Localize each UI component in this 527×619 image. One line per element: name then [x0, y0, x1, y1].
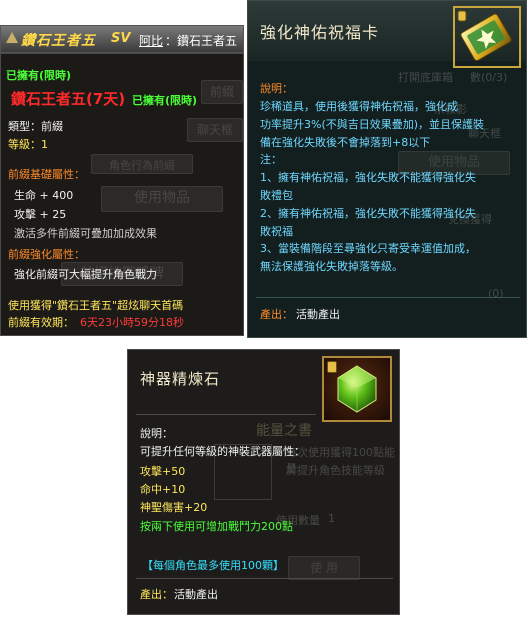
divider [136, 578, 393, 579]
desc-line: 敗禮包 [260, 188, 293, 202]
validity-value: 6天23小時59分18秒 [80, 316, 184, 329]
source-label: 產出： [140, 588, 173, 601]
desc-line: 功率提升3%(不與吉日效果疊加)，並且保護裝 [260, 117, 485, 131]
stat-attack: 攻擊+50 [140, 465, 186, 478]
banner-logo-icon [5, 31, 19, 45]
desc-heading: 說明： [260, 82, 293, 95]
source-label: 產出： [260, 308, 293, 321]
level-label: 等級：1 [8, 138, 48, 151]
ghost-label: 打開底庫箱 [398, 71, 453, 84]
desc-line: 1、擁有神佑祝福，強化失敗不能獲得強化失 [260, 171, 476, 185]
type-label: 類型：前綴 [8, 120, 63, 133]
desc-line: 敗祝福 [260, 224, 293, 238]
ghost-use-button: 使 用 [288, 556, 360, 580]
ghost-title: 能量之書 [256, 423, 312, 439]
desc-line: 珍稀道具，使用後獲得神佑祝福，強化成 [260, 100, 458, 113]
refine-stone-panel: 能量之書 每次使用獲得100點能量 於提升角色技能等級 使用數量 1 使 用 神… [127, 349, 400, 615]
title-banner: 鑽石王者五 SV 阿比 ：鑽石王者五 [0, 25, 244, 53]
desc-line: 可提升任何等級的神裝武器屬性： [140, 445, 305, 458]
ghost-label: 使用物品 [101, 186, 223, 212]
desc-line: 注： [260, 153, 282, 167]
ghost-label: 前綴 [201, 80, 243, 104]
combat-note: 按兩下使用可增加戰鬥力200點 [140, 520, 293, 533]
ghost-label: 角色行為前綴 [91, 154, 193, 174]
desc-line: 備在強化失敗後不會掉落到+8以下 [260, 135, 431, 149]
enhance-heading: 前綴強化屬性： [8, 248, 85, 261]
divider [256, 297, 520, 298]
base-attr-heading: 前綴基礎屬性： [8, 168, 85, 181]
banner-title: 鑽石王者五 [21, 33, 96, 49]
desc-heading: 說明： [140, 427, 173, 440]
green-gem-icon [322, 356, 392, 422]
ghost-line: 於提升角色技能等級 [286, 464, 385, 477]
owner-title: ：鑽石王者五 [165, 34, 238, 48]
lock-icon [327, 361, 337, 373]
item-name: 鑽石王者五(7天) [11, 90, 126, 108]
owned-status-top: 已擁有(限時) [6, 69, 72, 82]
stat-holy-damage: 神聖傷害+20 [140, 501, 208, 514]
owned-status: 已擁有(限時) [132, 94, 198, 107]
ghost-qty-value: 1 [328, 512, 335, 525]
ghost-count: (0) [488, 287, 504, 300]
sv-tag: SV [111, 31, 131, 46]
divider [136, 414, 316, 415]
desc-block: 珍稀道具，使用後獲得神佑祝福，強化成 功率提升3%(不與吉日效果疊加)，並且保護… [260, 98, 522, 276]
activation-note: 激活多件前綴可疊加加成效果 [14, 227, 157, 240]
enhance-text: 強化前綴可大幅提升角色戰力 [14, 268, 157, 281]
blessing-card-panel: 打開底庫箱 數(0/3) 宗教影 聊天框 兌換獲得 使用物品 (0) 強化神佑祝… [247, 0, 527, 338]
source-value: 活動產出 [174, 588, 218, 601]
blessing-card-icon [452, 5, 522, 69]
stat-accuracy: 命中+10 [140, 483, 186, 496]
footer-line: 使用獲得"鑽石王者五"超炫聊天首碼 [8, 299, 184, 312]
ghost-count: 數(0/3) [470, 71, 508, 84]
source-value: 活動產出 [296, 308, 340, 321]
stat-hp: 生命 + 400 [14, 189, 74, 202]
desc-line: 2、擁有神佑祝福，強化失敗不能獲得強化失 [260, 206, 476, 220]
limit-note: 【每個角色最多使用100顆】 [142, 559, 284, 572]
desc-line: 無法保護強化失敗掉落等級。 [260, 260, 403, 274]
stat-attack: 攻擊 + 25 [14, 208, 67, 221]
title-tooltip-panel: 前綴 聊天框 角色行為前綴 使用物品 前綴挑戰獎牌 已擁有(限時) 鑽石王者五(… [0, 53, 244, 336]
ghost-label: 聊天框 [187, 118, 243, 142]
desc-line: 3、當裝備階段至尋強化只寄受幸運值加成， [260, 242, 476, 256]
card-title: 強化神佑祝福卡 [260, 23, 380, 42]
item-title: 神器精煉石 [140, 370, 221, 388]
validity-label: 前綴有效期： [8, 316, 74, 329]
owner-link[interactable]: 阿比 [139, 32, 163, 49]
